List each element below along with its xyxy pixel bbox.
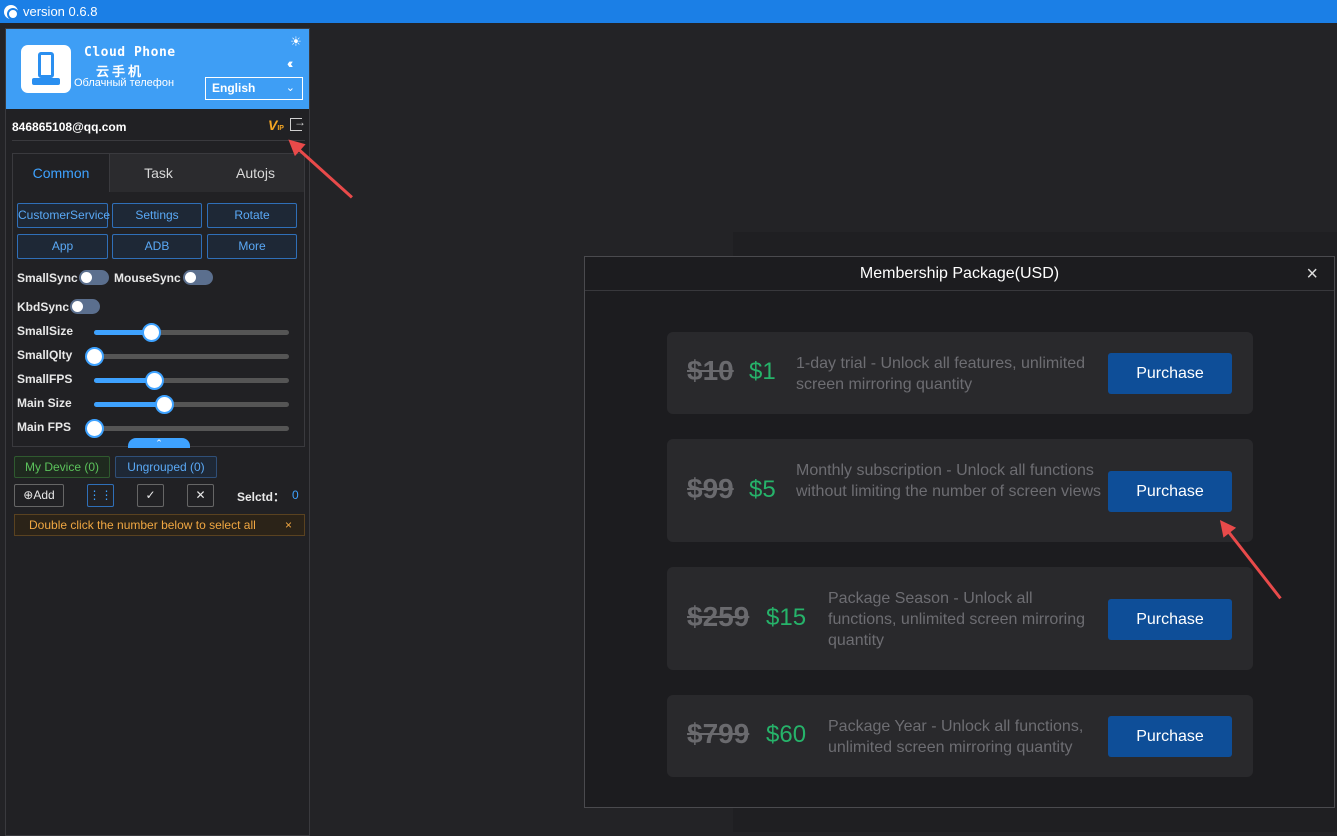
old-price: $99	[687, 473, 734, 504]
slider-handle[interactable]	[141, 323, 161, 342]
vip-icon[interactable]: VIP	[268, 117, 284, 133]
title-bar: version 0.6.8	[0, 0, 1337, 23]
grid-icon: ⋮⋮	[88, 488, 113, 502]
purchase-button[interactable]: Purchase	[1108, 716, 1232, 757]
settings-button[interactable]: Settings	[112, 203, 202, 228]
new-price: $60	[766, 721, 807, 748]
slider-handle[interactable]	[155, 395, 175, 414]
grid-view-button[interactable]: ⋮⋮	[87, 484, 114, 507]
slider-track[interactable]	[94, 395, 289, 414]
small-sync-toggle[interactable]	[79, 270, 109, 285]
slider-label: SmallFPS	[17, 372, 73, 386]
purchase-button[interactable]: Purchase	[1108, 353, 1232, 394]
adb-button[interactable]: ADB	[112, 234, 202, 259]
more-button[interactable]: More	[207, 234, 297, 259]
language-selected: English	[212, 81, 256, 95]
slider-track[interactable]	[85, 347, 289, 366]
brand-name: Cloud Phone	[84, 45, 176, 60]
expand-panel-button[interactable]: ⌃	[128, 438, 190, 448]
package-description: 1-day trial - Unlock all features, unlim…	[796, 355, 1086, 393]
package-card: $799 $60 Package Year - Unlock all functio…	[667, 695, 1253, 777]
old-price: $259	[687, 601, 750, 632]
close-icon[interactable]: ×	[1306, 263, 1318, 286]
slider-handle[interactable]	[85, 419, 104, 438]
app-icon	[4, 4, 19, 20]
customer-service-button[interactable]: CustomerService	[17, 203, 110, 228]
language-select[interactable]: English ⌄	[205, 77, 303, 100]
brand-header: Cloud Phone 云手机 Облачный телефон ☀ ‹‹ En…	[6, 29, 309, 109]
mouse-sync-label: MouseSync	[114, 271, 181, 285]
my-device-group[interactable]: My Device (0)	[14, 456, 110, 478]
theme-toggle-icon[interactable]: ☀	[289, 35, 303, 49]
brand-name-ru: Облачный телефон	[74, 77, 175, 89]
sidebar: Cloud Phone 云手机 Облачный телефон ☀ ‹‹ En…	[5, 28, 310, 836]
account-email: 846865108@qq.com	[12, 120, 127, 134]
slider-track[interactable]	[85, 419, 289, 438]
package-card: $259 $15 Package Season - Unlock all funct…	[667, 567, 1253, 670]
purchase-button[interactable]: Purchase	[1108, 471, 1232, 512]
tab-bar: Common Task Autojs	[13, 154, 304, 192]
select-all-button[interactable]: ✓	[137, 484, 164, 507]
tab-autojs[interactable]: Autojs	[207, 154, 304, 192]
package-description: Package Year - Unlock all functions, unl…	[828, 718, 1084, 756]
add-device-button[interactable]: ⊕Add	[14, 484, 64, 507]
package-description: Monthly subscription - Unlock all functi…	[796, 462, 1102, 500]
logout-icon[interactable]	[290, 115, 306, 131]
slider-fill	[94, 402, 165, 407]
deselect-button[interactable]: ✕	[187, 484, 214, 507]
slider-track[interactable]	[94, 323, 289, 342]
slider-label: SmallQlty	[17, 348, 73, 362]
notice-banner: Double click the number below to select …	[14, 514, 305, 536]
slider-label: Main Size	[17, 396, 72, 410]
old-price: $799	[687, 718, 750, 749]
close-icon: ✕	[195, 488, 206, 502]
package-card: $99 $5 Monthly subscription - Unlock all f…	[667, 439, 1253, 542]
new-price: $5	[749, 476, 776, 503]
selected-label: Selctd：	[237, 490, 286, 504]
window-title: version 0.6.8	[23, 4, 98, 19]
slider-handle[interactable]	[145, 371, 165, 390]
slider-label: SmallSize	[17, 324, 74, 338]
chevron-down-icon: ⌄	[285, 82, 295, 94]
mouse-sync-toggle[interactable]	[183, 270, 213, 285]
notice-close-icon[interactable]: ×	[285, 515, 292, 535]
package-card: $10 $1 1-day trial - Unlock all features, …	[667, 332, 1253, 414]
notice-text: Double click the number below to select …	[29, 518, 256, 532]
rotate-button[interactable]: Rotate	[207, 203, 297, 228]
small-sync-label: SmallSync	[17, 271, 78, 285]
kbd-sync-toggle[interactable]	[70, 299, 100, 314]
package-description: Package Season - Unlock all functions, u…	[828, 590, 1085, 649]
new-price: $1	[749, 358, 776, 385]
control-panel: Common Task Autojs CustomerService Setti…	[12, 153, 305, 448]
ungrouped-group[interactable]: Ungrouped (0)	[115, 456, 217, 478]
modal-title: Membership Package(USD)	[585, 257, 1334, 291]
purchase-button[interactable]: Purchase	[1108, 599, 1232, 640]
logo-icon	[21, 45, 71, 93]
selected-count[interactable]: 0	[292, 488, 299, 502]
slider-track[interactable]	[94, 371, 289, 390]
collapse-sidebar-icon[interactable]: ‹‹	[287, 55, 294, 71]
app-button[interactable]: App	[17, 234, 108, 259]
tab-common[interactable]: Common	[13, 154, 110, 192]
slider-label: Main FPS	[17, 420, 72, 434]
check-icon: ✓	[145, 488, 156, 502]
tab-task[interactable]: Task	[110, 154, 207, 192]
divider	[12, 140, 305, 141]
old-price: $10	[687, 355, 734, 386]
add-icon: ⊕	[23, 488, 34, 502]
kbd-sync-label: KbdSync	[17, 300, 70, 314]
new-price: $15	[766, 604, 807, 631]
slider-handle[interactable]	[85, 347, 104, 366]
